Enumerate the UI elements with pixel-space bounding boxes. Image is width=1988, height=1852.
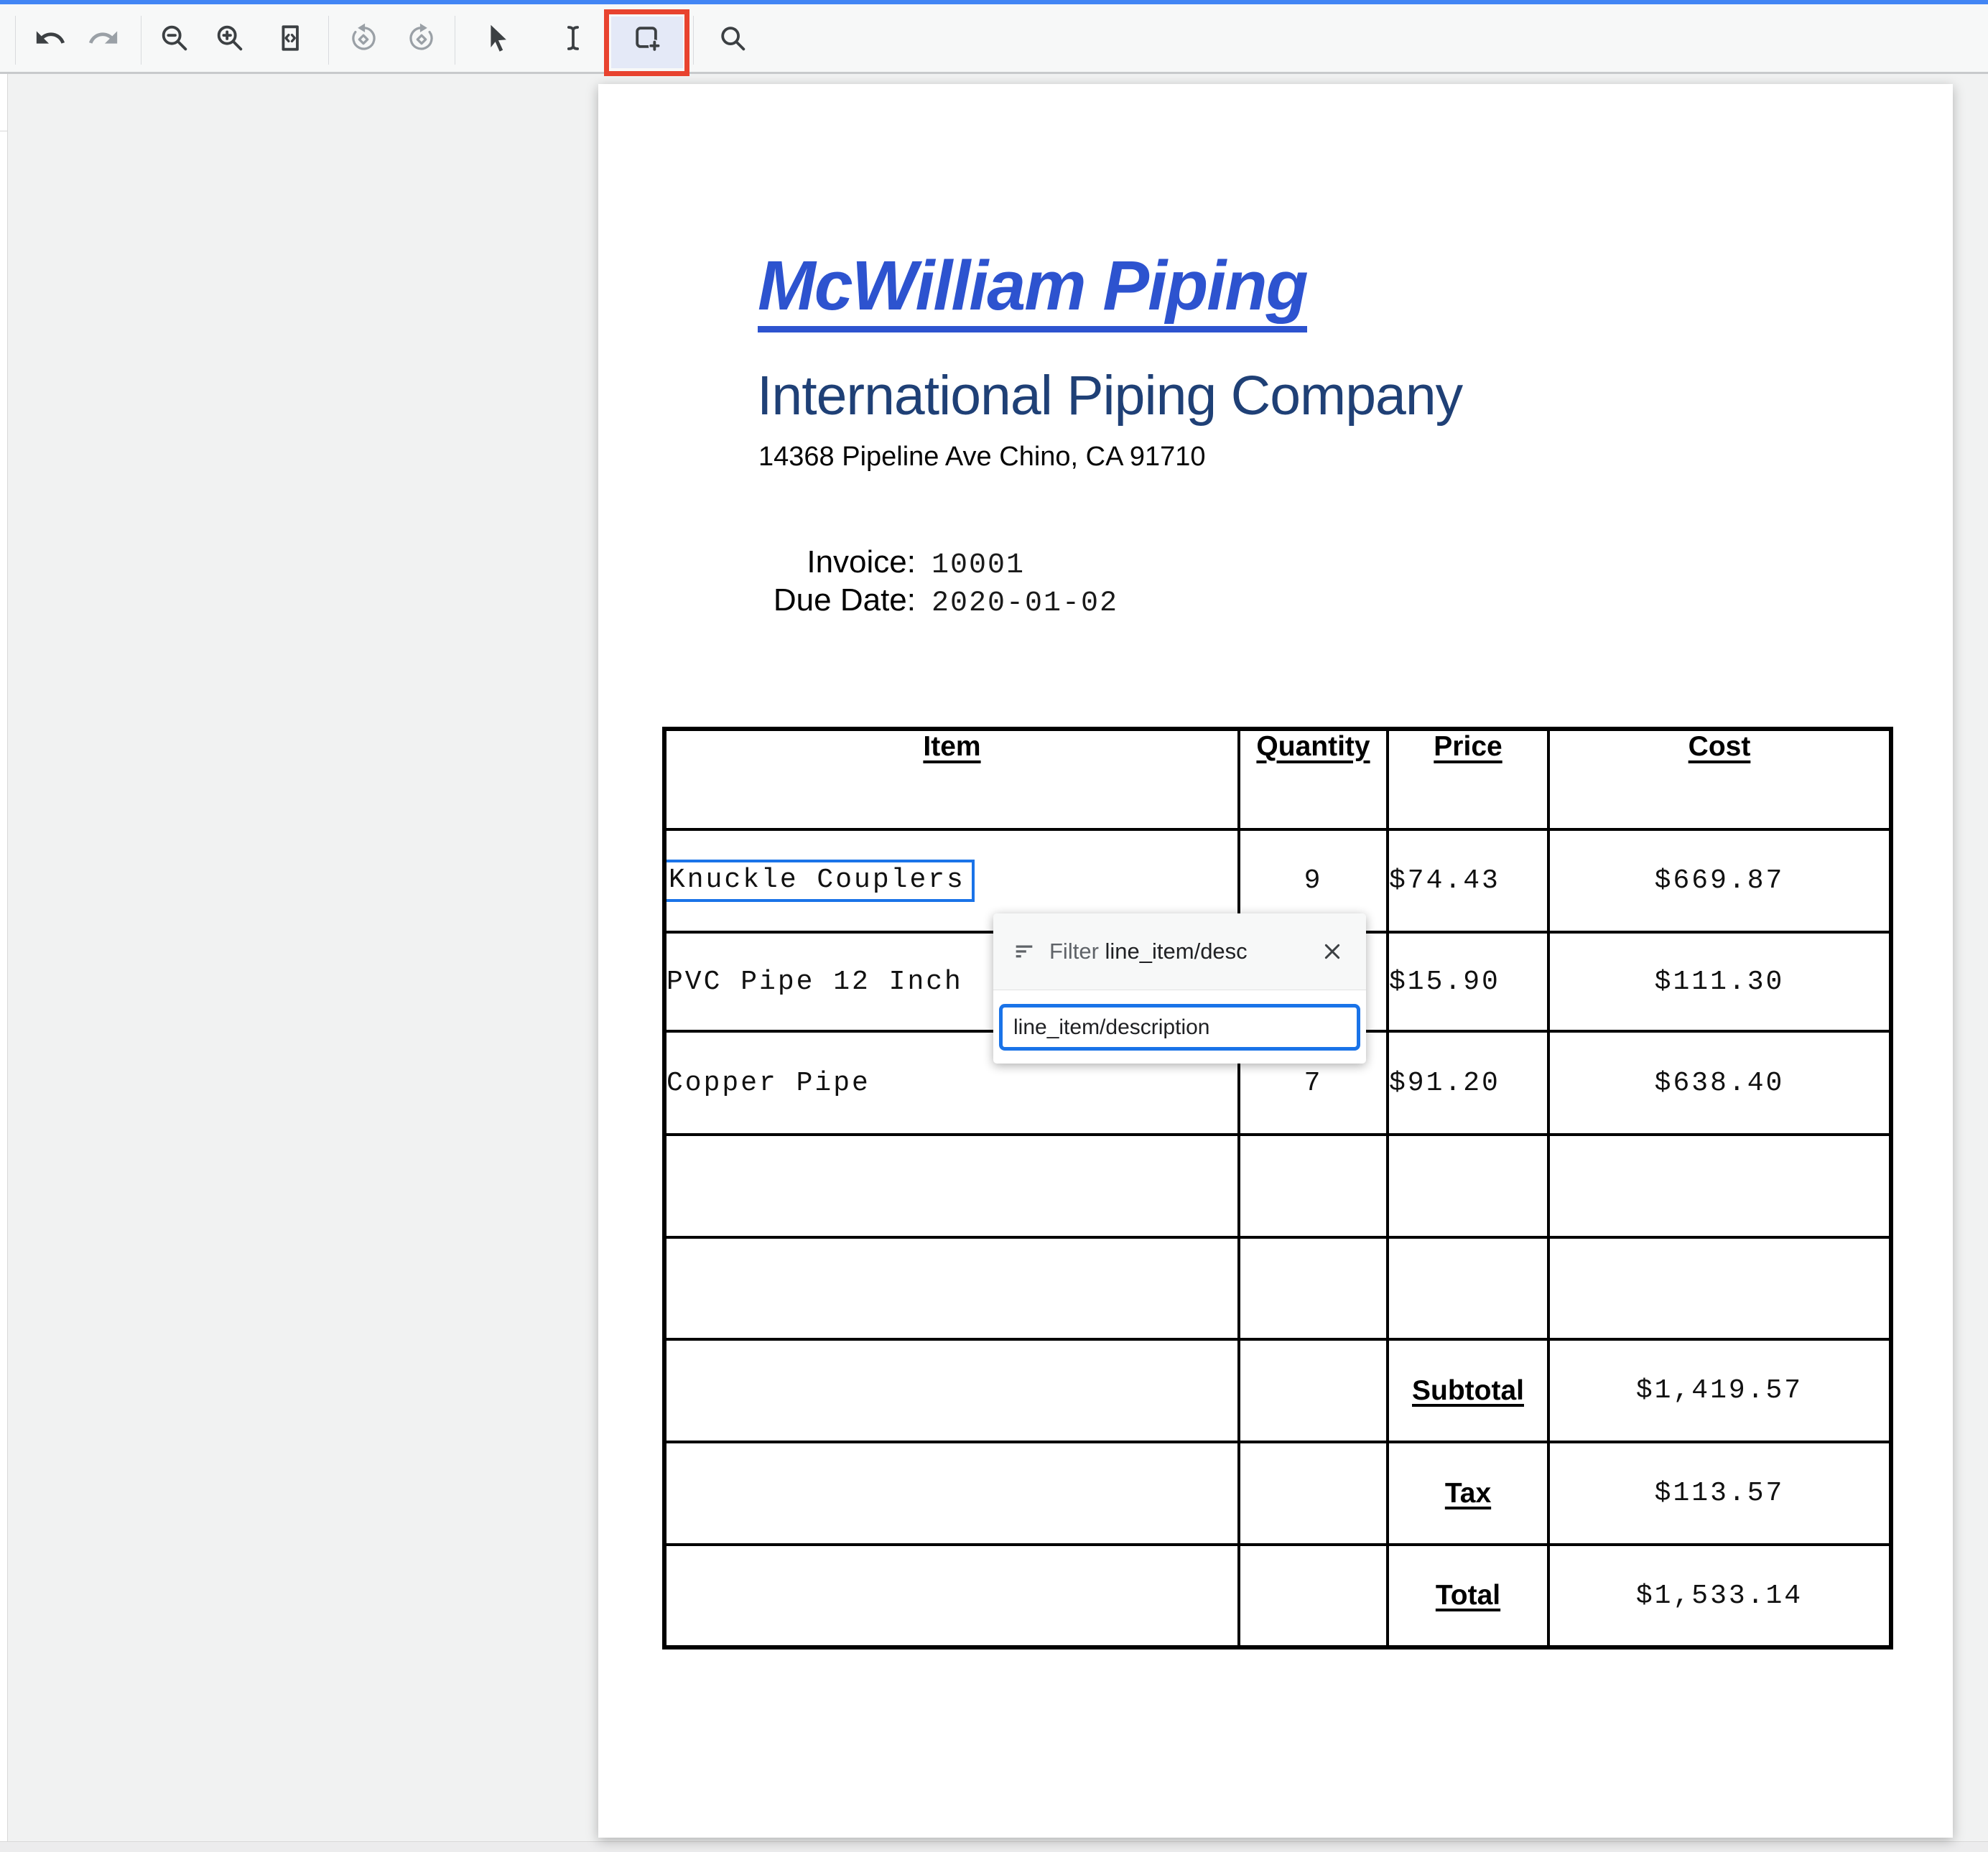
cell-price: $15.90 — [1386, 931, 1550, 1033]
toolbar-divider — [693, 16, 694, 65]
cell-quantity — [1237, 1236, 1389, 1341]
cell-empty — [663, 1441, 1240, 1546]
subtotal-label: Subtotal — [1386, 1338, 1550, 1443]
company-address: 14368 Pipeline Ave Chino, CA 91710 — [758, 442, 1206, 472]
redo-icon — [88, 31, 118, 44]
header-cost: Cost — [1547, 727, 1892, 831]
line-items-table: Item Quantity Price Cost Knuckle Coupler… — [662, 727, 1893, 1649]
toolbar-divider — [328, 16, 329, 65]
cell-empty — [1237, 1543, 1389, 1649]
text-select-button[interactable] — [552, 17, 594, 59]
cell-price — [1386, 1133, 1550, 1239]
select-cursor-button[interactable] — [477, 17, 519, 59]
filter-icon — [1016, 945, 1033, 958]
rotate-counterclockwise-button[interactable] — [343, 17, 384, 59]
total-label: Total — [1386, 1543, 1550, 1649]
cell-cost — [1547, 1236, 1892, 1341]
total-row: Total $1,533.14 — [663, 1543, 1892, 1649]
rotate-counterclockwise-icon — [352, 23, 376, 50]
cell-cost: $638.40 — [1547, 1030, 1892, 1136]
toolbar-divider — [15, 16, 16, 65]
rotate-clockwise-icon — [409, 23, 433, 50]
entity-text: Knuckle Couplers — [669, 865, 965, 895]
filter-popup-title: Filter line_item/desc — [1049, 939, 1248, 964]
cell-quantity — [1237, 1133, 1389, 1239]
invoice-number-value: 10001 — [932, 549, 1026, 582]
table-row — [663, 1236, 1892, 1341]
filter-label: Filter — [1049, 939, 1099, 964]
cell-cost: $669.87 — [1547, 828, 1892, 934]
filter-popup: Filter line_item/desc — [993, 913, 1366, 1064]
zoom-in-button[interactable] — [209, 17, 251, 59]
undo-button[interactable] — [29, 17, 71, 59]
entity-bounding-box[interactable]: Knuckle Couplers — [667, 860, 975, 902]
cell-price: $91.20 — [1386, 1030, 1550, 1136]
company-subtitle: International Piping Company — [757, 365, 1463, 427]
rotate-clockwise-button[interactable] — [401, 17, 442, 59]
tax-value: $113.57 — [1547, 1441, 1892, 1546]
close-button[interactable] — [1317, 936, 1347, 967]
due-date-value: 2020-01-02 — [932, 587, 1119, 620]
cell-cost — [1547, 1133, 1892, 1239]
search-button[interactable] — [712, 17, 753, 59]
cell-item — [663, 1133, 1240, 1239]
cell-item — [663, 1236, 1240, 1341]
cell-price: $74.43 — [1386, 828, 1550, 934]
zoom-out-button[interactable] — [154, 17, 195, 59]
cell-empty — [1237, 1441, 1389, 1546]
zoom-in-icon — [217, 25, 243, 51]
filter-field-name: line_item/desc — [1105, 939, 1248, 964]
invoice-number-label: Invoice: — [807, 544, 916, 580]
red-highlight-rectangle — [604, 9, 689, 76]
due-date-label: Due Date: — [773, 582, 916, 618]
fit-to-width-icon — [282, 25, 299, 51]
top-accent-strip — [0, 0, 1988, 4]
cell-cost: $111.30 — [1547, 931, 1892, 1033]
tax-label: Tax — [1386, 1441, 1550, 1546]
undo-icon — [36, 31, 65, 44]
toolbar — [0, 4, 1988, 76]
company-title: McWilliam Piping — [758, 247, 1309, 332]
table-row — [663, 1133, 1892, 1239]
subtotal-value: $1,419.57 — [1547, 1338, 1892, 1443]
left-panel-edge — [0, 74, 8, 1841]
zoom-out-icon — [162, 25, 187, 51]
cell-empty — [1237, 1338, 1389, 1443]
fit-to-width-button[interactable] — [269, 17, 311, 59]
search-icon — [721, 27, 746, 51]
canvas-bottom-strip — [0, 1841, 1988, 1852]
header-quantity: Quantity — [1237, 727, 1389, 831]
filter-input[interactable] — [999, 1004, 1360, 1051]
cell-empty — [663, 1338, 1240, 1443]
cell-empty — [663, 1543, 1240, 1649]
due-date-row: Due Date: 2020-01-02 — [706, 582, 1118, 620]
tax-row: Tax $113.57 — [663, 1441, 1892, 1546]
total-value: $1,533.14 — [1547, 1543, 1892, 1649]
cursor-arrow-icon — [491, 24, 506, 52]
text-cursor-icon — [567, 26, 580, 50]
close-icon — [1324, 944, 1340, 959]
header-item: Item — [663, 727, 1240, 831]
filter-popup-header: Filter line_item/desc — [993, 913, 1366, 990]
invoice-number-row: Invoice: 10001 — [706, 544, 1025, 582]
redo-button[interactable] — [83, 17, 124, 59]
subtotal-row: Subtotal $1,419.57 — [663, 1338, 1892, 1443]
table-header-row: Item Quantity Price Cost — [663, 727, 1892, 831]
cell-price — [1386, 1236, 1550, 1341]
header-price: Price — [1386, 727, 1550, 831]
